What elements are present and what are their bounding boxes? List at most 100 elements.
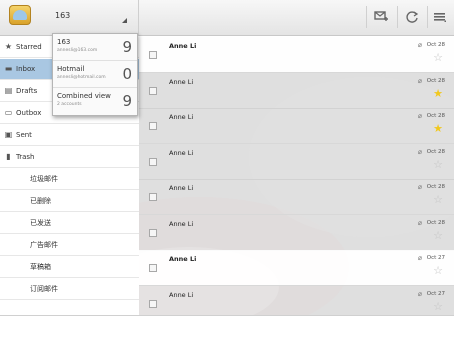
select-checkbox[interactable]	[149, 86, 157, 95]
account-item-163[interactable]: 163 annesli@163.com 9	[53, 34, 137, 61]
folder-sent-cn[interactable]: 已发送	[0, 213, 139, 234]
select-checkbox[interactable]	[149, 299, 157, 308]
message-list: Anne Li ⌀ Oct 28 ☆ Anne Li ⌀ Oct 28 ★ Anne Li ⌀ Oc…	[139, 37, 454, 315]
message-date: Oct 28	[426, 148, 445, 155]
attachment-icon: ⌀	[417, 76, 422, 85]
message-date: Oct 28	[426, 77, 445, 84]
sender-name: Anne Li	[169, 42, 197, 50]
attachment-icon: ⌀	[417, 147, 422, 156]
select-checkbox[interactable]	[149, 228, 157, 237]
toolbar-divider	[366, 6, 367, 28]
attachment-icon: ⌀	[417, 41, 422, 49]
refresh-icon[interactable]	[404, 10, 420, 24]
folder-drafts-cn[interactable]: 草稿箱	[0, 257, 139, 278]
spinner-caret-icon	[122, 18, 127, 23]
message-row[interactable]: Anne Li ⌀ Oct 28 ☆	[139, 214, 454, 251]
message-row[interactable]: Anne Li ⌀ Oct 28 ☆	[139, 37, 454, 73]
folder-deleted[interactable]: 已删除	[0, 191, 139, 212]
select-checkbox[interactable]	[149, 51, 157, 59]
sender-name: Anne Li	[169, 77, 194, 86]
folder-sent[interactable]: ▣ Sent	[0, 125, 139, 146]
toolbar-divider	[397, 6, 398, 28]
folder-trash[interactable]: ▮ Trash	[0, 147, 139, 168]
folder-junk[interactable]: 垃圾邮件	[0, 169, 139, 190]
account-name: Combined view	[57, 92, 111, 100]
folder-label: Starred	[16, 43, 42, 51]
unread-count: 9	[122, 92, 132, 110]
select-checkbox[interactable]	[149, 122, 157, 130]
account-name: 163	[57, 38, 71, 46]
account-address: annesli@163.com	[57, 48, 98, 53]
star-icon[interactable]: ☆	[433, 301, 443, 312]
folder-label: Trash	[16, 153, 35, 161]
list-bottom-divider	[0, 315, 454, 316]
sender-name: Anne Li	[169, 184, 194, 192]
star-icon[interactable]: ☆	[433, 265, 443, 276]
folder-ads[interactable]: 广告邮件	[0, 235, 139, 256]
attachment-icon: ⌀	[417, 289, 422, 298]
sender-name: Anne Li	[169, 255, 197, 263]
star-icon[interactable]: ★	[433, 123, 443, 134]
star-icon: ★	[4, 42, 13, 51]
inbox-icon: ▬	[4, 64, 13, 73]
account-name: Hotmail	[57, 65, 85, 73]
pane-divider	[138, 0, 139, 36]
star-icon[interactable]: ☆	[433, 230, 443, 241]
folder-label: Outbox	[16, 109, 42, 117]
outbox-icon: ▭	[4, 108, 13, 117]
star-icon[interactable]: ★	[433, 88, 443, 99]
menu-icon[interactable]	[432, 10, 448, 24]
folder-label: 已删除	[30, 197, 51, 205]
unread-count: 0	[122, 65, 132, 83]
folder-label: Sent	[16, 131, 32, 139]
sender-name: Anne Li	[169, 290, 194, 299]
account-address: annesli@hotmail.com	[57, 75, 106, 80]
folder-label: 垃圾邮件	[30, 175, 58, 183]
folder-label: Inbox	[16, 65, 36, 73]
account-dropdown: 163 annesli@163.com 9 Hotmail annesli@ho…	[52, 33, 138, 116]
message-row[interactable]: Anne Li ⌀ Oct 27 ☆	[139, 285, 454, 315]
folder-label: 广告邮件	[30, 241, 58, 249]
account-spinner-label[interactable]: 163	[55, 11, 70, 20]
folder-subscriptions[interactable]: 订阅邮件	[0, 279, 139, 300]
compose-icon[interactable]	[373, 10, 389, 24]
star-icon[interactable]: ☆	[433, 159, 443, 170]
sender-name: Anne Li	[169, 148, 194, 157]
attachment-icon: ⌀	[417, 218, 422, 227]
toolbar-divider	[427, 6, 428, 28]
message-row[interactable]: Anne Li ⌀ Oct 28 ★	[139, 72, 454, 109]
select-checkbox[interactable]	[149, 157, 157, 166]
message-date: Oct 27	[426, 255, 445, 261]
message-date: Oct 28	[426, 42, 445, 48]
action-bar: 163	[0, 0, 454, 36]
select-checkbox[interactable]	[149, 193, 157, 201]
folder-label: 草稿箱	[30, 263, 51, 271]
message-row[interactable]: Anne Li ⌀ Oct 28 ★	[139, 108, 454, 144]
folder-label: 订阅邮件	[30, 285, 58, 293]
message-row[interactable]: Anne Li ⌀ Oct 27 ☆	[139, 250, 454, 286]
message-date: Oct 28	[426, 184, 445, 190]
account-address: 2 accounts	[57, 102, 82, 107]
sent-icon: ▣	[4, 130, 13, 139]
star-icon[interactable]: ☆	[433, 194, 443, 205]
attachment-icon: ⌀	[417, 254, 422, 262]
mail-app-icon[interactable]	[9, 5, 31, 25]
attachment-icon: ⌀	[417, 112, 422, 120]
account-item-hotmail[interactable]: Hotmail annesli@hotmail.com 0	[53, 61, 137, 88]
message-date: Oct 27	[426, 290, 445, 297]
sender-name: Anne Li	[169, 219, 194, 228]
folder-label: 已发送	[30, 219, 51, 227]
message-row[interactable]: Anne Li ⌀ Oct 28 ☆	[139, 179, 454, 215]
message-date: Oct 28	[426, 219, 445, 226]
sender-name: Anne Li	[169, 113, 194, 121]
star-icon[interactable]: ☆	[433, 52, 443, 63]
message-row[interactable]: Anne Li ⌀ Oct 28 ☆	[139, 143, 454, 180]
account-item-combined[interactable]: Combined view 2 accounts 9	[53, 88, 137, 115]
trash-icon: ▮	[6, 152, 11, 161]
attachment-icon: ⌀	[417, 183, 422, 191]
select-checkbox[interactable]	[149, 264, 157, 272]
folder-label: Drafts	[16, 87, 38, 95]
unread-count: 9	[122, 38, 132, 56]
message-date: Oct 28	[426, 113, 445, 119]
drafts-icon: ▤	[4, 86, 13, 95]
